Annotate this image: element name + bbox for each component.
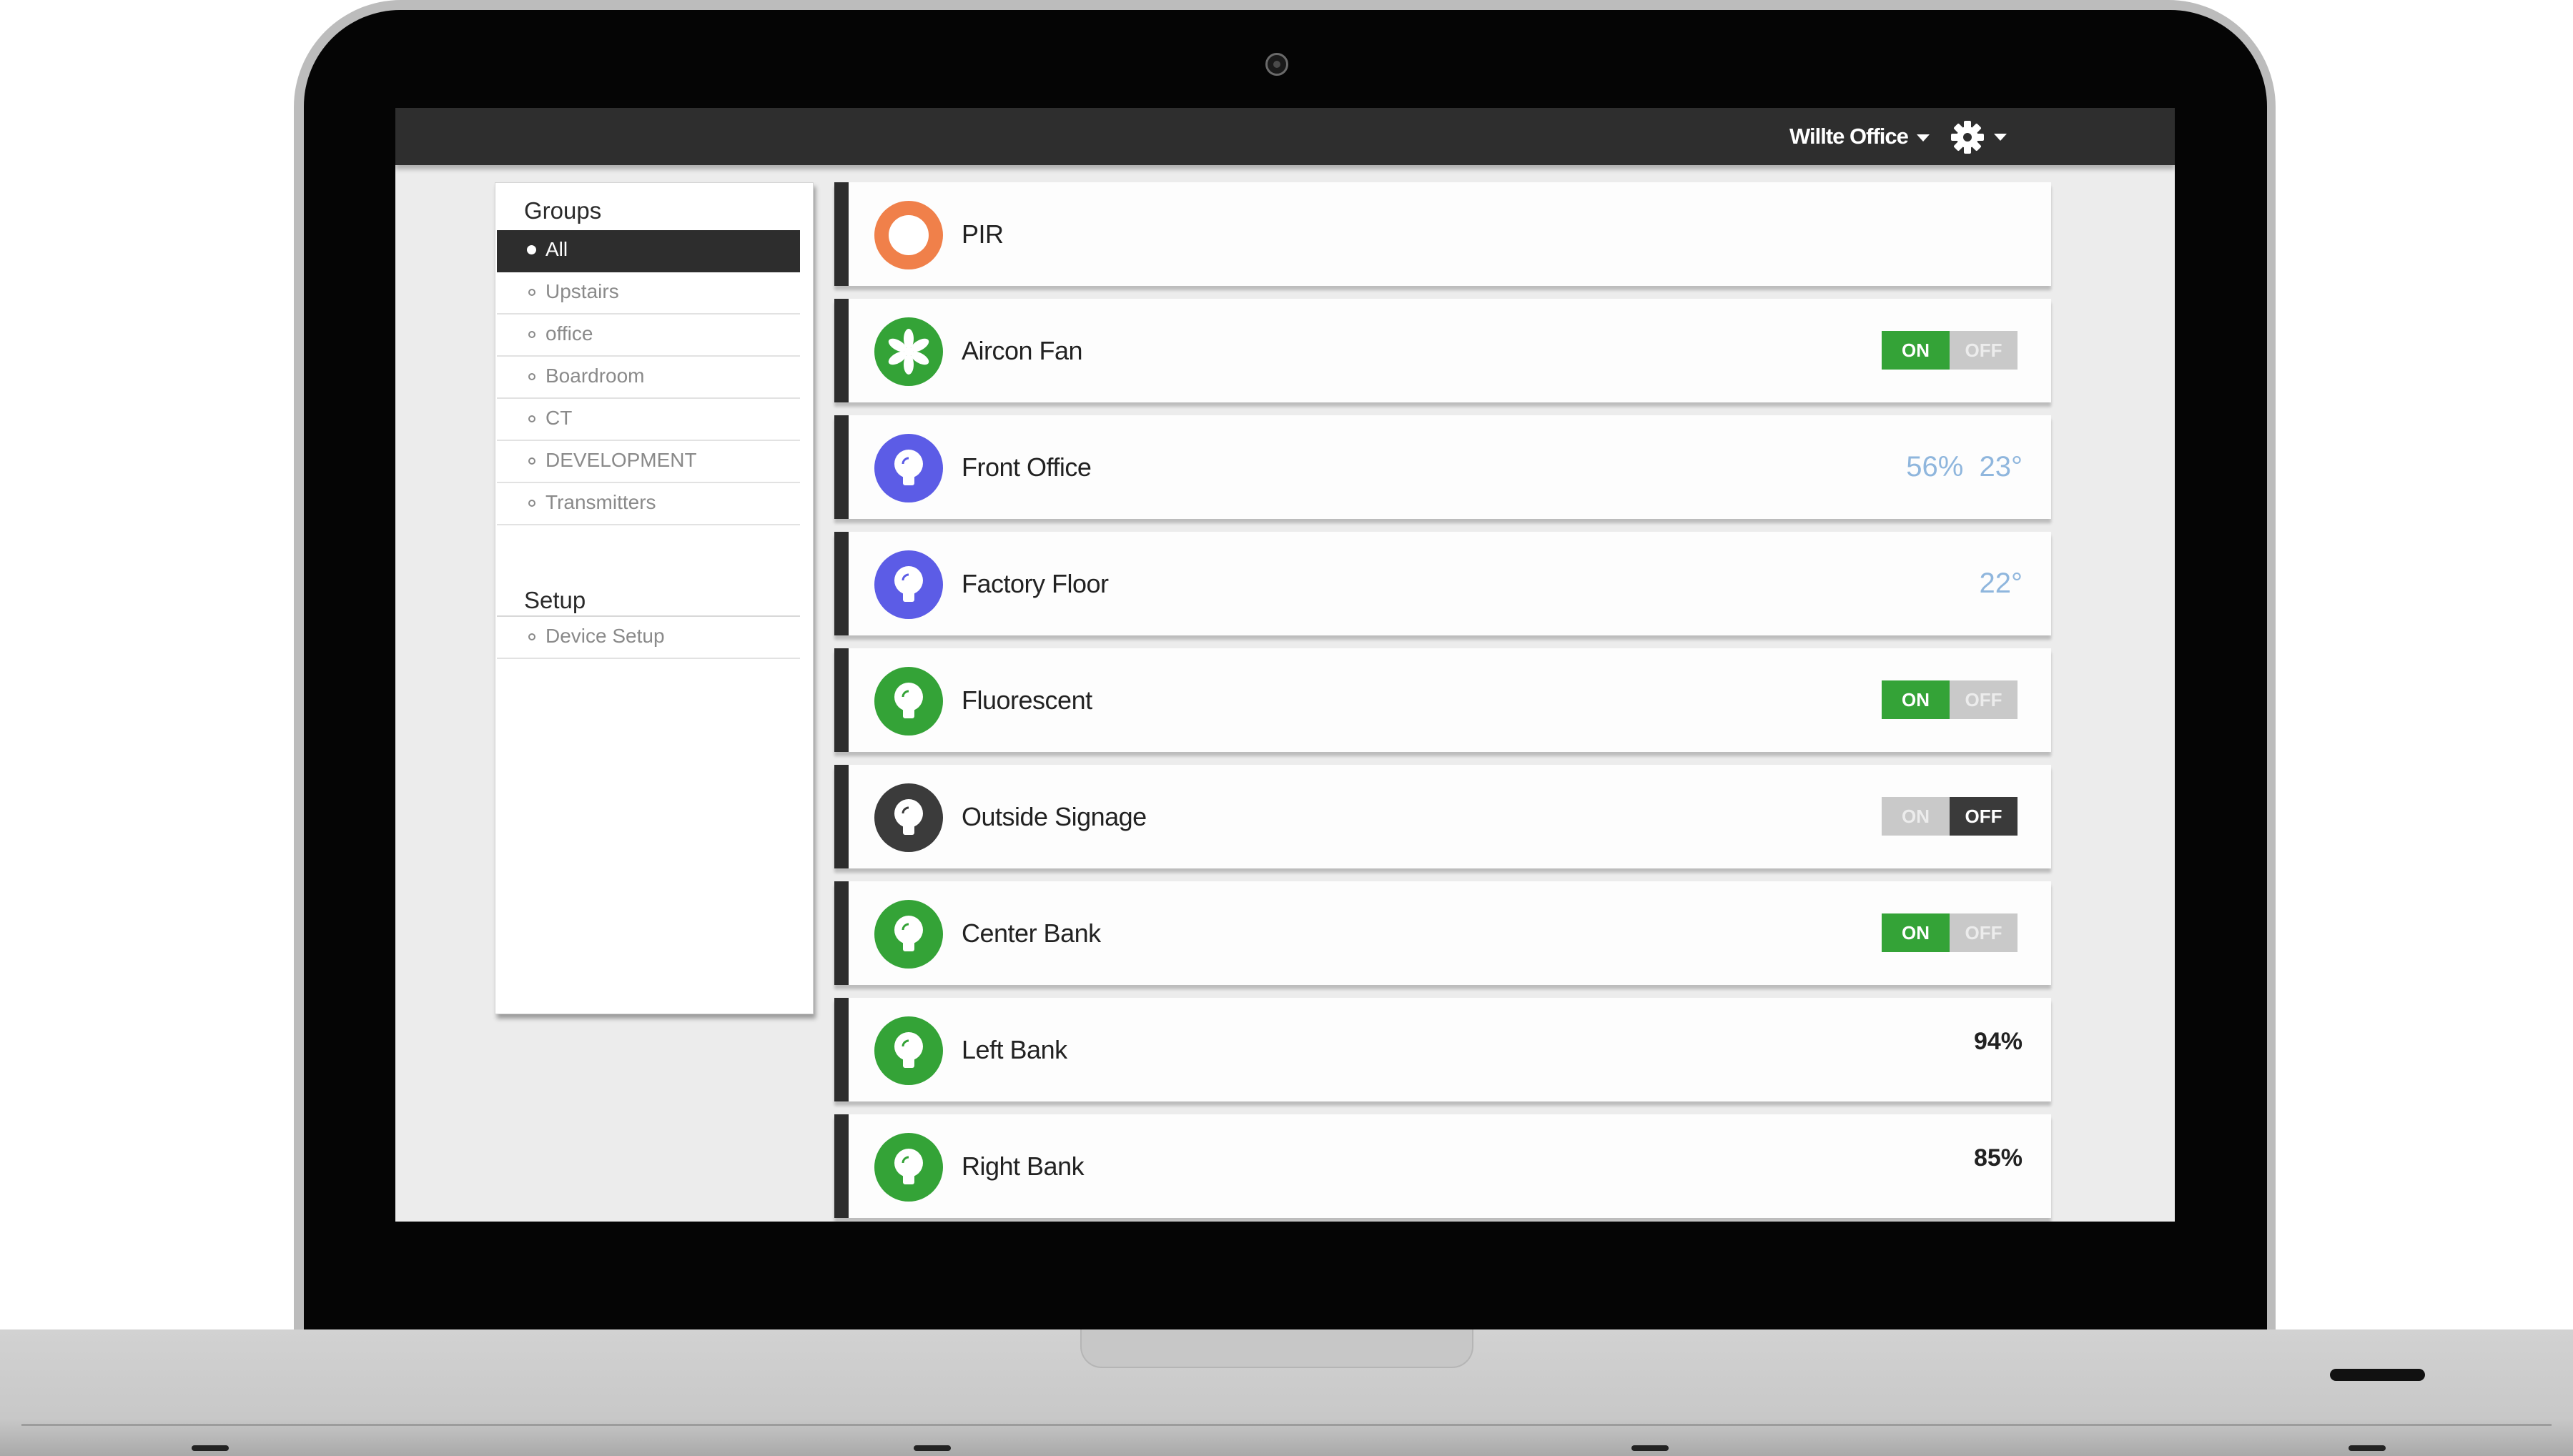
device-card-fluorescent[interactable]: Fluorescent ON OFF [834, 648, 2051, 752]
radio-dot-icon [528, 415, 535, 422]
sidebar-item-transmitters[interactable]: Transmitters [497, 483, 800, 525]
sidebar: Groups All Upstairs office Boardroom CT … [495, 182, 814, 1014]
radio-dot-icon [528, 500, 535, 507]
toggle-off-button[interactable]: OFF [1950, 797, 2018, 836]
on-off-toggle[interactable]: ON OFF [1882, 331, 2018, 370]
sidebar-item-label: DEVELOPMENT [545, 449, 697, 471]
device-name: Outside Signage [962, 802, 1147, 831]
bulb-icon [874, 434, 943, 502]
toggle-on-button[interactable]: ON [1882, 680, 1950, 719]
toggle-on-button[interactable]: ON [1882, 797, 1950, 836]
bulb-icon [874, 1133, 943, 1202]
sidebar-item-label: Transmitters [545, 491, 656, 513]
radio-dot-icon [528, 331, 535, 338]
sidebar-item-label: office [545, 322, 593, 345]
bulb-icon [874, 900, 943, 969]
laptop-slot [2330, 1369, 2425, 1381]
gear-icon [1951, 121, 1984, 154]
laptop-foot [914, 1445, 951, 1451]
temperature-readout: 22° [1979, 568, 2023, 599]
app-screen: Willte Office Groups All Upstairs office… [395, 108, 2175, 1222]
device-name: Fluorescent [962, 685, 1092, 715]
chevron-down-icon [1994, 134, 2007, 141]
base-edge [21, 1424, 2552, 1426]
device-name: Front Office [962, 452, 1092, 482]
toggle-on-button[interactable]: ON [1882, 331, 1950, 370]
bulb-icon [874, 783, 943, 852]
sidebar-item-development[interactable]: DEVELOPMENT [497, 441, 800, 483]
device-name: Right Bank [962, 1152, 1085, 1181]
groups-title: Groups [524, 197, 602, 224]
location-selector[interactable]: Willte Office [1789, 108, 1930, 165]
radio-dot-icon [528, 373, 535, 380]
location-label: Willte Office [1789, 124, 1909, 149]
radio-dot-icon [528, 633, 535, 640]
bulb-icon [874, 1016, 943, 1085]
dimmer-level: 94% [1973, 1028, 2023, 1055]
sidebar-item-ct[interactable]: CT [497, 399, 800, 441]
dimmer-level: 85% [1973, 1144, 2023, 1172]
temperature-readout: 23° [1979, 451, 2023, 482]
device-name: Factory Floor [962, 569, 1109, 598]
humidity-readout: 56% [1906, 451, 1964, 482]
sidebar-item-upstairs[interactable]: Upstairs [497, 272, 800, 315]
bulb-icon [874, 667, 943, 736]
on-off-toggle[interactable]: ON OFF [1882, 680, 2018, 719]
sidebar-item-label: Boardroom [545, 365, 645, 387]
device-card-aircon-fan[interactable]: Aircon Fan ON OFF [834, 299, 2051, 402]
toggle-off-button[interactable]: OFF [1950, 913, 2018, 952]
sensor-readout: 56% 23° [1906, 451, 2023, 483]
device-name: Aircon Fan [962, 336, 1083, 365]
radio-dot-icon [528, 457, 535, 465]
top-bar: Willte Office [395, 108, 2175, 165]
laptop-foot [192, 1445, 229, 1451]
sidebar-item-label: Device Setup [545, 625, 665, 647]
device-card-right-bank[interactable]: Right Bank 85% [834, 1114, 2051, 1218]
laptop-base [0, 1329, 2573, 1456]
laptop-foot [1631, 1445, 1669, 1451]
device-card-factory-floor[interactable]: Factory Floor 22° [834, 532, 2051, 635]
device-card-front-office[interactable]: Front Office 56% 23° [834, 415, 2051, 519]
toggle-off-button[interactable]: OFF [1950, 680, 2018, 719]
sidebar-item-device-setup[interactable]: Device Setup [497, 617, 800, 659]
settings-menu-button[interactable] [1950, 119, 2014, 155]
laptop-foot [2349, 1445, 2386, 1451]
device-card-pir[interactable]: PIR [834, 182, 2051, 286]
toggle-off-button[interactable]: OFF [1950, 331, 2018, 370]
radio-dot-icon [528, 289, 535, 296]
setup-title: Setup [524, 587, 586, 613]
radio-dot-icon [527, 245, 536, 254]
device-name: PIR [962, 219, 1004, 249]
sidebar-item-label: All [545, 238, 568, 260]
on-off-toggle[interactable]: ON OFF [1882, 797, 2018, 836]
device-name: Center Bank [962, 918, 1101, 948]
trackpad-notch [1080, 1329, 1473, 1368]
chevron-down-icon [1916, 134, 1930, 142]
sidebar-item-office[interactable]: office [497, 315, 800, 357]
device-card-left-bank[interactable]: Left Bank 94% [834, 998, 2051, 1101]
sidebar-item-label: Upstairs [545, 280, 619, 302]
sidebar-item-all[interactable]: All [497, 230, 800, 272]
webcam-icon [1265, 53, 1288, 76]
fan-icon [874, 317, 943, 386]
bulb-icon [874, 550, 943, 619]
device-card-center-bank[interactable]: Center Bank ON OFF [834, 881, 2051, 985]
sidebar-item-label: CT [545, 407, 573, 429]
ring-icon [874, 201, 943, 269]
toggle-on-button[interactable]: ON [1882, 913, 1950, 952]
sidebar-item-boardroom[interactable]: Boardroom [497, 357, 800, 399]
device-name: Left Bank [962, 1035, 1067, 1064]
device-card-outside-signage[interactable]: Outside Signage ON OFF [834, 765, 2051, 868]
on-off-toggle[interactable]: ON OFF [1882, 913, 2018, 952]
